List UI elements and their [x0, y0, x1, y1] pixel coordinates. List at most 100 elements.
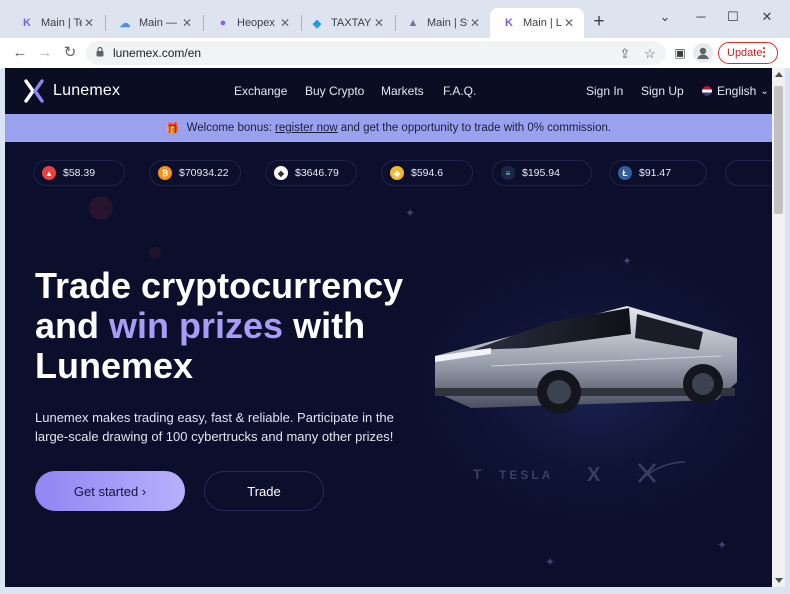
sparkle-icon: ✦ [622, 254, 633, 268]
ticker-price: $70934.22 [179, 167, 229, 179]
url-text: lunemex.com/en [113, 46, 202, 60]
banner-suffix: and get the opportunity to trade with 0%… [340, 122, 612, 134]
hero-title-line1: Trade cryptocurrency [35, 265, 404, 306]
more-menu-icon[interactable]: ⋮ [758, 45, 770, 59]
ticker-bnb[interactable]: ◈ $594.6 [381, 160, 473, 186]
brand-name: Lunemex [53, 82, 121, 99]
solana-icon: ≡ [501, 166, 515, 180]
us-flag-icon [702, 86, 712, 96]
scroll-up-icon[interactable] [775, 72, 783, 77]
lunemex-logo[interactable]: Lunemex [23, 79, 120, 103]
tab-favicon: K [23, 17, 31, 29]
close-icon[interactable]: ✕ [372, 16, 386, 30]
site-header: Lunemex Exchange Buy Crypto Markets F.A.… [5, 68, 772, 114]
close-window-icon[interactable]: ✕ [754, 6, 780, 28]
hero-title-line3: Lunemex [35, 345, 194, 386]
ticker-ltc[interactable]: Ł $91.47 [609, 160, 707, 186]
side-panel-icon[interactable]: ▣ [671, 44, 689, 62]
tab-title: Main | Telun [41, 17, 82, 29]
tab-favicon: K [505, 17, 513, 29]
gift-icon: 🎁 [165, 122, 180, 135]
close-icon[interactable]: ✕ [82, 16, 96, 30]
trade-button[interactable]: Trade [204, 471, 324, 511]
share-icon[interactable]: ⇪ [616, 45, 634, 63]
address-bar[interactable]: lunemex.com/en ⇪ ☆ [86, 41, 666, 65]
bnb-icon: ◈ [390, 166, 404, 180]
tab-1[interactable]: K Main | Telun ✕ [8, 8, 104, 38]
language-selector[interactable]: English ⌄ [702, 84, 769, 98]
browser-toolbar: ← → ↻ lunemex.com/en ⇪ ☆ ▣ Update ⋮ [0, 38, 790, 68]
hero-title: Trade cryptocurrency and win prizes with… [35, 266, 435, 386]
tab-title: Main | Start [427, 17, 468, 29]
register-link[interactable]: register now [275, 122, 338, 134]
hero-title-line2: and win prizes with [35, 305, 366, 346]
bookmark-star-icon[interactable]: ☆ [641, 45, 659, 63]
person-icon [697, 47, 709, 59]
scroll-down-icon[interactable] [775, 578, 783, 583]
tab-title: TAXTAY | De [331, 17, 372, 29]
profile-avatar[interactable] [693, 43, 713, 63]
nav-faq[interactable]: F.A.Q. [443, 84, 476, 98]
ticker-avax[interactable]: ▲ $58.39 [33, 160, 125, 186]
window-frame-right [785, 68, 790, 587]
window-frame-bottom [0, 587, 790, 594]
new-tab-button[interactable]: + [588, 10, 610, 34]
chevron-down-icon: ⌄ [760, 85, 769, 97]
nav-buy-crypto[interactable]: Buy Crypto [305, 84, 364, 98]
tesla-logo: T [473, 466, 485, 482]
ticker-price: $3646.79 [295, 167, 339, 179]
tab-favicon: ☁ [119, 17, 131, 30]
ethereum-icon: ◆ [274, 166, 288, 180]
lunemex-logo-icon [24, 79, 44, 103]
tab-5[interactable]: ▲ Main | Start ✕ [394, 8, 490, 38]
close-icon[interactable]: ✕ [468, 16, 482, 30]
tab-strip: K Main | Telun ✕ ☁ Main — Yel ✕ ● Heopex… [0, 0, 790, 38]
tab-favicon: ▲ [407, 17, 419, 29]
sparkle-icon: ✦ [717, 538, 728, 552]
avalanche-icon: ▲ [42, 166, 56, 180]
back-icon[interactable]: ← [9, 42, 31, 64]
nav-exchange[interactable]: Exchange [234, 84, 287, 98]
tesla-wordmark: TESLA [499, 468, 554, 482]
reload-icon[interactable]: ↻ [59, 42, 81, 64]
sign-up-link[interactable]: Sign Up [641, 84, 684, 98]
get-started-button[interactable]: Get started › [35, 471, 185, 511]
ticker-sol[interactable]: ≡ $195.94 [492, 160, 592, 186]
minimize-icon[interactable]: ─ [688, 6, 714, 28]
sign-in-link[interactable]: Sign In [586, 84, 623, 98]
ticker-price: $594.6 [411, 167, 444, 179]
sparkle-icon: ✦ [405, 206, 416, 220]
close-icon[interactable]: ✕ [180, 16, 194, 30]
chevron-down-icon[interactable]: ⌄ [652, 6, 678, 28]
tab-title: Main — Yel [139, 17, 180, 29]
ticker-btc[interactable]: ₿ $70934.22 [149, 160, 241, 186]
language-label: English [717, 84, 757, 98]
ticker-eth[interactable]: ◆ $3646.79 [265, 160, 357, 186]
close-icon[interactable]: ✕ [278, 16, 292, 30]
maximize-icon[interactable]: ☐ [720, 6, 746, 28]
ticker-price: $91.47 [639, 167, 672, 179]
tab-4[interactable]: ◆ TAXTAY | De ✕ [298, 8, 394, 38]
ticker-price: $195.94 [522, 167, 560, 179]
lock-icon [96, 47, 104, 57]
hero-subtitle: Lunemex makes trading easy, fast & relia… [35, 410, 394, 444]
bitcoin-icon: ₿ [158, 166, 172, 180]
cybertruck-image [435, 306, 737, 414]
forward-icon[interactable]: → [34, 42, 56, 64]
welcome-banner: 🎁 Welcome bonus: register now and get th… [5, 114, 772, 142]
sparkle-icon: ✦ [545, 555, 556, 569]
ticker-partial[interactable] [725, 160, 772, 186]
scrollbar-thumb[interactable] [774, 86, 783, 214]
tab-2[interactable]: ☁ Main — Yel ✕ [106, 8, 202, 38]
close-icon[interactable]: ✕ [562, 16, 576, 30]
ticker-price: $58.39 [63, 167, 96, 179]
starlink-logo [638, 461, 686, 483]
tab-3[interactable]: ● Heopex - H ✕ [204, 8, 300, 38]
window-frame-left [0, 68, 5, 587]
hero-highlight: win prizes [109, 305, 284, 346]
tab-6-active[interactable]: K Main | Lune ✕ [490, 8, 584, 38]
page-scrollbar[interactable] [772, 68, 785, 587]
update-button[interactable]: Update ⋮ [718, 42, 778, 64]
tab-title: Heopex - H [237, 17, 278, 29]
nav-markets[interactable]: Markets [381, 84, 424, 98]
